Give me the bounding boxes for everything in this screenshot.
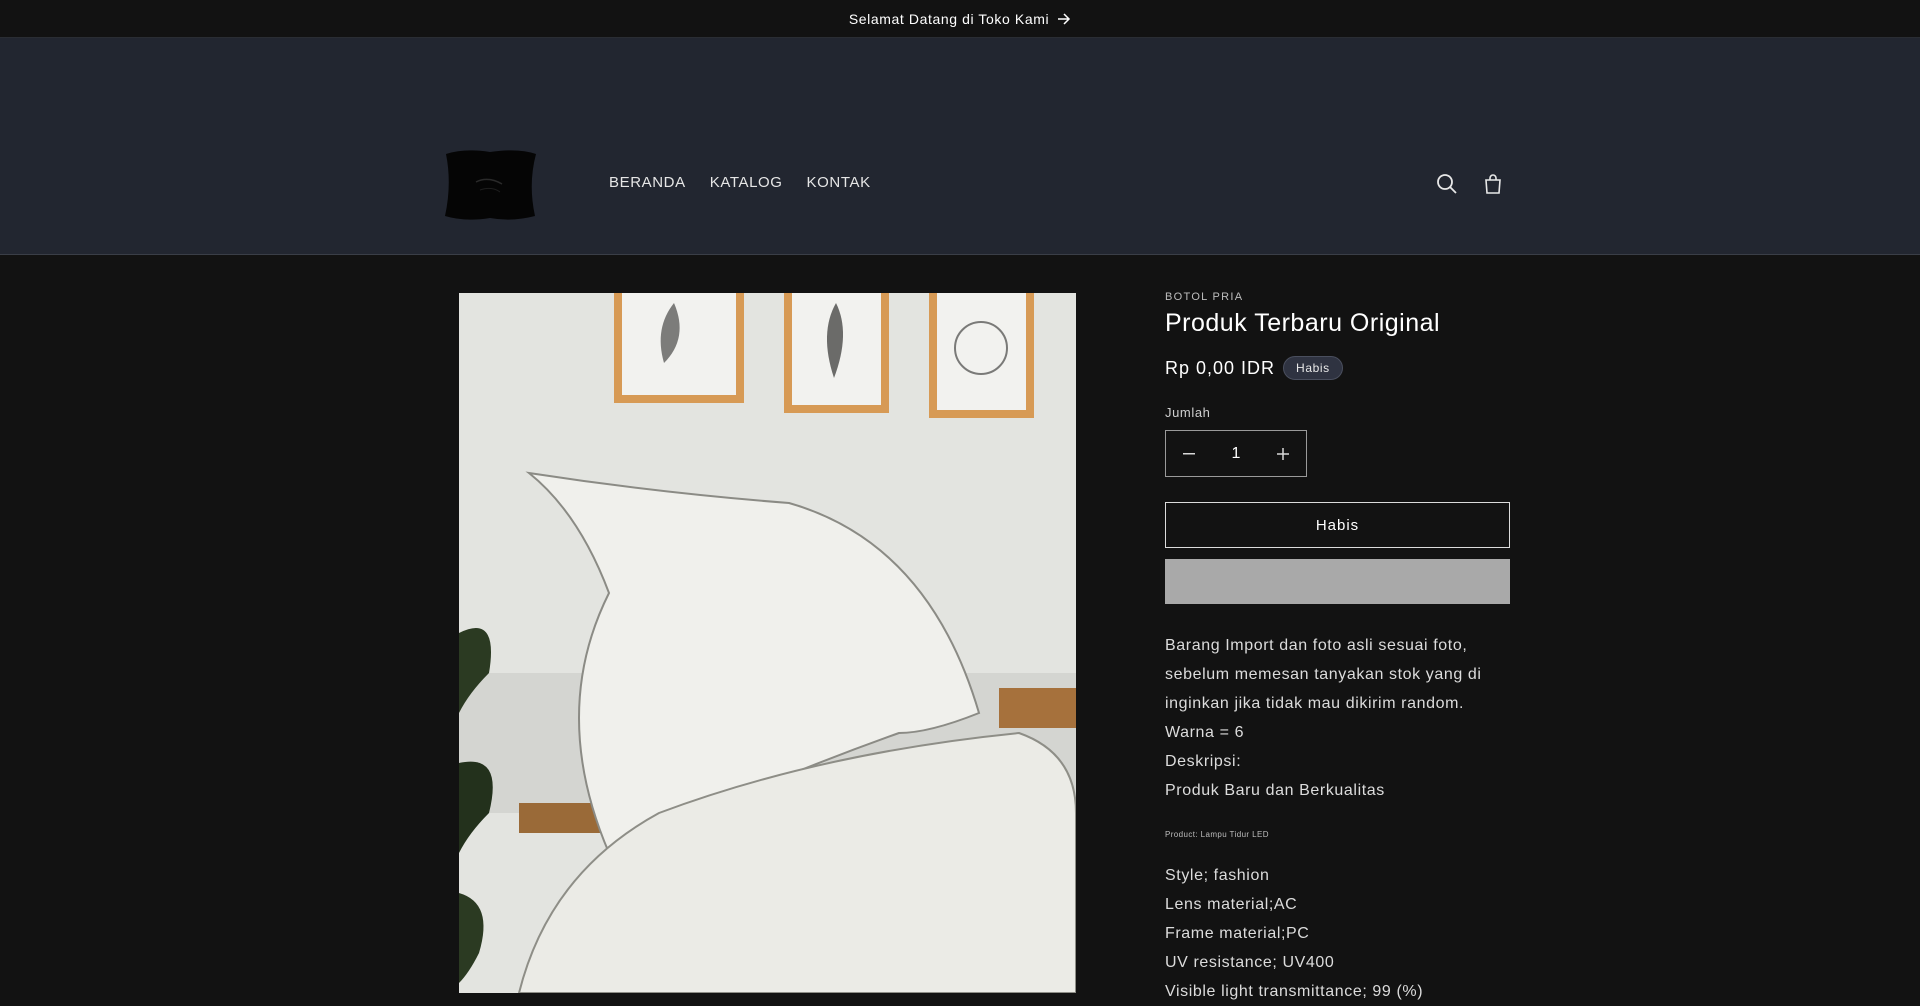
decrease-quantity-button[interactable]: [1166, 431, 1212, 476]
site-header: BERANDA KATALOG KONTAK: [0, 38, 1920, 255]
spec-line: Style; fashion: [1165, 867, 1270, 884]
store-logo[interactable]: [440, 146, 540, 224]
spec-line: Frame material;PC: [1165, 925, 1310, 942]
main-nav: BERANDA KATALOG KONTAK: [597, 174, 883, 191]
spec-line: Lens material;AC: [1165, 896, 1298, 913]
arrow-right-icon: [1057, 12, 1071, 25]
header-actions: [1434, 171, 1506, 197]
price-row: Rp 0,00 IDR Habis: [1165, 356, 1510, 380]
quantity-label: Jumlah: [1165, 405, 1211, 420]
announcement-text: Selamat Datang di Toko Kami: [848, 10, 1050, 27]
quantity-stepper: 1: [1165, 430, 1307, 477]
nav-katalog[interactable]: KATALOG: [698, 174, 795, 191]
nav-beranda[interactable]: BERANDA: [597, 174, 698, 191]
product-section: BOTOL PRIA Produk Terbaru Original Rp 0,…: [0, 255, 1920, 1000]
description-line: Deskripsi:: [1165, 753, 1242, 770]
cart-icon[interactable]: [1480, 171, 1506, 197]
spec-line: Visible light transmittance; 99 (%): [1165, 983, 1424, 1000]
product-info: BOTOL PRIA Produk Terbaru Original Rp 0,…: [1165, 291, 1510, 1006]
description-line: Barang Import dan foto asli sesuai foto,…: [1165, 637, 1482, 712]
product-vendor: BOTOL PRIA: [1165, 291, 1244, 303]
product-description: Barang Import dan foto asli sesuai foto,…: [1165, 631, 1510, 805]
announcement-bar[interactable]: Selamat Datang di Toko Kami: [0, 0, 1920, 38]
product-price: Rp 0,00 IDR: [1165, 357, 1276, 378]
description-line: Warna = 6: [1165, 724, 1245, 741]
spec-line: UV resistance; UV400: [1165, 954, 1335, 971]
buy-now-button[interactable]: [1165, 559, 1510, 604]
description-line: Produk Baru dan Berkualitas: [1165, 782, 1385, 799]
product-note: Product: Lampu Tidur LED: [1165, 830, 1269, 839]
quantity-input[interactable]: 1: [1213, 445, 1259, 463]
search-icon[interactable]: [1434, 171, 1460, 197]
product-specs: Style; fashion Lens material;AC Frame ma…: [1165, 861, 1510, 1006]
nav-kontak[interactable]: KONTAK: [795, 174, 883, 191]
sold-out-button[interactable]: Habis: [1165, 502, 1510, 548]
increase-quantity-button[interactable]: [1260, 431, 1306, 476]
product-image[interactable]: [459, 293, 1076, 993]
product-title: Produk Terbaru Original: [1165, 309, 1441, 337]
status-badge: Habis: [1283, 356, 1343, 380]
